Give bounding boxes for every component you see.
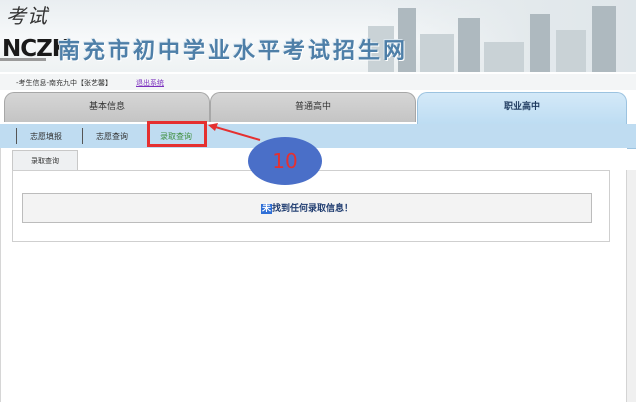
logout-link[interactable]: 退出系统	[136, 78, 164, 88]
nav-separator	[82, 128, 83, 144]
logo-script: 考试	[6, 4, 48, 28]
logo-underline	[0, 58, 46, 61]
header-banner: 考试 NCZK 南充市初中学业水平考试招生网	[0, 0, 636, 72]
message-highlighted-char: 未	[260, 204, 272, 214]
main-tab-bar: 基本信息 普通高中 职业高中	[0, 90, 636, 126]
inner-tab-admission-query[interactable]: 录取查询	[12, 150, 78, 171]
scrollbar[interactable]	[626, 170, 636, 402]
tab-basic-info[interactable]: 基本信息	[4, 92, 210, 122]
message-text: 找到任何录取信息！	[272, 204, 354, 214]
nav-separator	[16, 128, 17, 144]
skyline-building	[530, 14, 550, 72]
sub-nav: 志愿填报 志愿查询 录取查询	[0, 124, 636, 149]
subnav-apply[interactable]: 志愿填报	[30, 131, 62, 142]
subnav-application-query[interactable]: 志愿查询	[96, 131, 128, 142]
skyline-building	[484, 42, 524, 72]
step-number-badge: 10	[248, 137, 322, 185]
tab-vocational-high-school[interactable]: 职业高中	[417, 92, 627, 126]
user-info-bar: -考生信息-南充九中【张艺馨】 退出系统	[0, 74, 636, 91]
skyline-building	[556, 30, 586, 72]
skyline-building	[458, 18, 480, 72]
student-info: -考生信息-南充九中【张艺馨】	[16, 79, 113, 87]
skyline-building	[592, 6, 616, 72]
skyline-building	[420, 34, 454, 72]
no-result-message: 未找到任何录取信息！	[22, 193, 592, 223]
highlight-box	[147, 121, 207, 147]
site-title: 南充市初中学业水平考试招生网	[58, 39, 409, 64]
